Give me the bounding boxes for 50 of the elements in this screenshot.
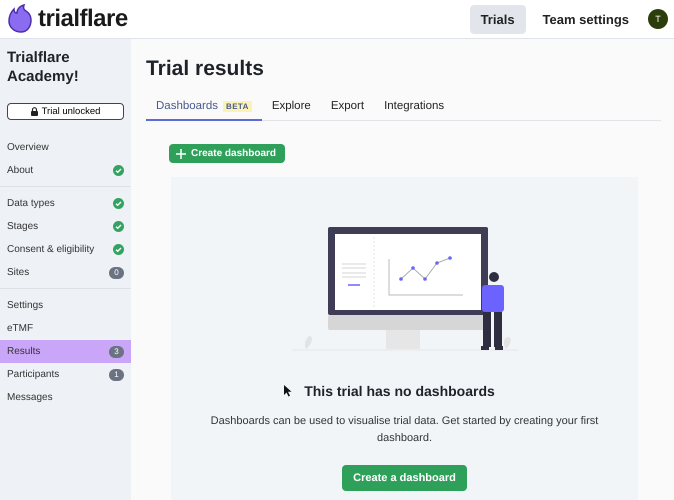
tab-label: Dashboards (156, 100, 218, 112)
sidebar-item-label: About (7, 165, 34, 176)
nav-tab[interactable]: Team settings (532, 4, 640, 34)
sidebar-item-label: Messages (7, 392, 53, 403)
sidebar-item-label: Stages (7, 221, 38, 232)
sidebar-item[interactable]: About (0, 159, 131, 182)
sidebar-item[interactable]: Stages (0, 215, 131, 238)
check-icon (113, 244, 124, 255)
sidebar-item[interactable]: Data types (0, 192, 131, 215)
tab[interactable]: Export (320, 97, 374, 121)
sidebar-item[interactable]: Messages (0, 386, 131, 409)
sidebar-item-label: Participants (7, 369, 60, 380)
sidebar-item[interactable]: Overview (0, 136, 131, 159)
trial-unlocked-button[interactable]: Trial unlocked (7, 103, 124, 120)
sidebar-item[interactable]: Settings (0, 294, 131, 317)
sidebar-item-label: Consent & eligibility (7, 244, 94, 255)
sidebar-item[interactable]: Sites 0 (0, 261, 131, 284)
empty-state-text: Dashboards can be used to visualise trial data. Get started by creating your first dashboard. (210, 414, 600, 446)
beta-badge: BETA (223, 100, 252, 112)
tab[interactable]: Integrations (374, 97, 454, 121)
tab[interactable]: Explore (262, 97, 321, 121)
sidebar-item-label: Settings (7, 300, 44, 311)
tab-label: Integrations (384, 100, 444, 112)
sidebar-item-label: Data types (7, 198, 55, 209)
trial-name: Trialflare Academy! (6, 48, 80, 86)
cursor-icon (284, 385, 292, 397)
sidebar-item-label: Overview (7, 142, 49, 153)
check-icon (113, 165, 124, 176)
sidebar-item-label: eTMF (7, 323, 34, 334)
sidebar-item[interactable]: eTMF (0, 317, 131, 340)
tab-label: Explore (272, 100, 311, 112)
sidebar-item-label: Sites (7, 267, 30, 278)
empty-state-heading: This trial has no dashboards (304, 383, 495, 399)
count-badge: 0 (109, 266, 124, 278)
sidebar-item[interactable]: Consent & eligibility (0, 238, 131, 261)
tab-label: Export (330, 100, 364, 112)
brand-name: trialflare (38, 5, 128, 33)
count-badge: 3 (109, 346, 124, 358)
sidebar-item[interactable]: Results 3 (0, 340, 131, 363)
check-icon (113, 198, 124, 209)
tab[interactable]: Dashboards BETA (146, 97, 262, 121)
user-avatar[interactable]: T (648, 9, 668, 29)
sidebar-item-label: Results (7, 346, 40, 357)
check-icon (113, 221, 124, 232)
count-badge: 1 (109, 368, 124, 380)
sidebar-item[interactable]: Participants 1 (0, 363, 131, 386)
nav-tab[interactable]: Trials (470, 4, 526, 34)
plus-icon (176, 148, 186, 158)
page-title: Trial results (146, 57, 265, 81)
lock-icon (30, 107, 38, 116)
